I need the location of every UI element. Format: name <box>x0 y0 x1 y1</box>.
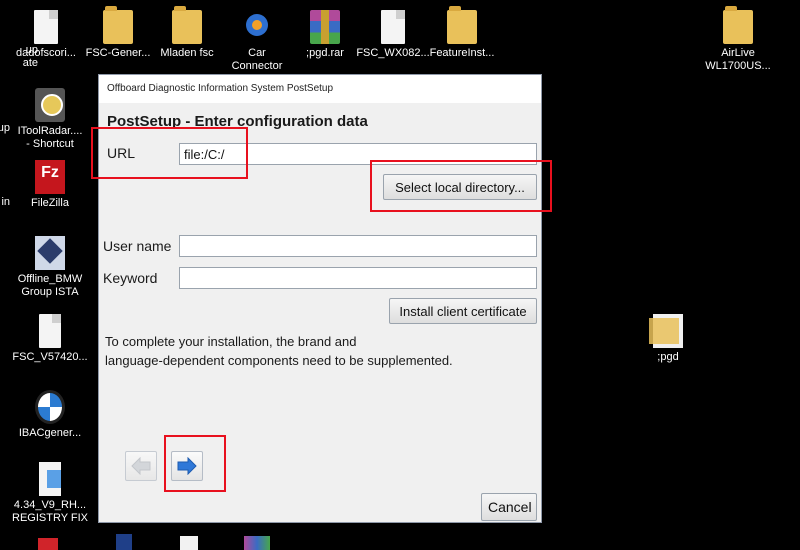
desktop-icon-label: FSC-Gener... <box>85 47 151 59</box>
desktop-icon-label: AirLive WL1700US... <box>705 47 771 72</box>
desktop-icon-pgd-rar[interactable]: ;pgd.rar <box>287 10 363 60</box>
desktop-icon-label: Car Connector <box>231 47 283 72</box>
desktop-icon-partial-bottom-2[interactable] <box>116 534 132 550</box>
install-client-certificate-button[interactable]: Install client certificate <box>389 298 537 324</box>
folder-icon <box>447 6 477 44</box>
desktop-icon-filezilla[interactable]: FileZilla <box>12 160 88 210</box>
desktop-icon-label: FSC_V57420... <box>12 351 88 363</box>
desktop-icon-label: IToolRadar.... - Shortcut <box>17 125 83 150</box>
cancel-button[interactable]: Cancel <box>481 493 537 521</box>
desktop-icon-label: ;pgd.rar <box>306 47 344 59</box>
info-note-line-1: To complete your installation, the brand… <box>105 334 357 349</box>
folder-icon <box>103 6 133 44</box>
rar-archive-icon <box>310 10 340 44</box>
desktop-icon-dadofscori[interactable]: dadofscori... <box>8 10 84 60</box>
desktop-icon-label: ;pgd <box>657 351 679 363</box>
desktop-icon-label: FileZilla <box>31 197 69 209</box>
highlight-url-box <box>91 127 248 179</box>
desktop-icon-label: in <box>1 196 10 208</box>
itoolradar-app-icon <box>35 88 65 122</box>
desktop-icon-pgd-folder[interactable]: ;pgd <box>630 314 706 364</box>
info-note-line-2: language-dependent components need to be… <box>105 353 453 368</box>
back-arrow-icon <box>131 457 151 475</box>
desktop-icon-partial-in[interactable]: in <box>0 196 10 209</box>
highlight-next-button-box <box>164 435 226 492</box>
dialog-title-bar[interactable]: Offboard Diagnostic Information System P… <box>99 75 541 103</box>
desktop-icon-label: FeatureInst... <box>429 47 495 59</box>
desktop-icon-ibacgener[interactable]: IBACgener... <box>12 390 88 440</box>
folder-icon <box>172 6 202 44</box>
desktop-icon-registry-fix[interactable]: 4.34_V9_RH... REGISTRY FIX <box>12 462 88 525</box>
ista-app-icon <box>35 236 65 270</box>
desktop-icon-label: Offline_BMW Group ISTA <box>17 273 83 298</box>
desktop-icon-fsc-gener[interactable]: FSC-Gener... <box>80 6 156 60</box>
desktop-icon-partial-bottom-1[interactable] <box>38 538 58 550</box>
desktop-icon-featureinst[interactable]: FeatureInst... <box>424 6 500 60</box>
desktop-icon-partial-up[interactable]: up <box>0 122 10 135</box>
bmw-logo-icon <box>35 390 65 424</box>
filezilla-icon <box>35 160 65 194</box>
info-note: To complete your installation, the brand… <box>105 332 525 370</box>
file-icon <box>381 10 405 44</box>
username-input[interactable] <box>179 235 537 257</box>
desktop-icon-partial-bottom-3[interactable] <box>180 536 198 550</box>
desktop-icon-itoolradar[interactable]: IToolRadar.... - Shortcut <box>12 88 88 151</box>
file-icon <box>39 314 61 348</box>
network-share-icon <box>242 10 272 44</box>
dialog-title: Offboard Diagnostic Information System P… <box>107 83 334 94</box>
keyword-input[interactable] <box>179 267 537 289</box>
desktop-icon-offline-bmw[interactable]: Offline_BMW Group ISTA <box>12 236 88 299</box>
desktop-icon-airlive[interactable]: AirLive WL1700US... <box>700 6 776 73</box>
highlight-select-directory-box <box>370 160 552 212</box>
back-button[interactable] <box>125 451 157 481</box>
desktop-icon-label: 4.34_V9_RH... REGISTRY FIX <box>12 499 89 524</box>
folder-icon <box>723 6 753 44</box>
desktop-icon-label: dadofscori... <box>16 47 76 59</box>
desktop-icon-label: IBACgener... <box>18 427 82 439</box>
folder-icon <box>649 314 683 348</box>
desktop-icon-partial-bottom-4[interactable] <box>244 536 270 550</box>
desktop-icon-fsc-wx082[interactable]: FSC_WX082... <box>355 10 431 60</box>
desktop-icon-label: FSC_WX082... <box>356 47 430 59</box>
desktop-icon-mladen-fsc[interactable]: Mladen fsc <box>149 6 225 60</box>
desktop-icon-label: Mladen fsc <box>160 47 214 59</box>
keyword-label: Keyword <box>103 270 158 286</box>
file-icon <box>34 10 58 44</box>
desktop-icon-fsc-v57420[interactable]: FSC_V57420... <box>12 314 88 364</box>
desktop-icon-label: up <box>0 122 10 134</box>
desktop-icon-car-connector[interactable]: Car Connector <box>219 10 295 73</box>
registry-file-icon <box>39 462 61 496</box>
username-label: User name <box>103 238 172 254</box>
